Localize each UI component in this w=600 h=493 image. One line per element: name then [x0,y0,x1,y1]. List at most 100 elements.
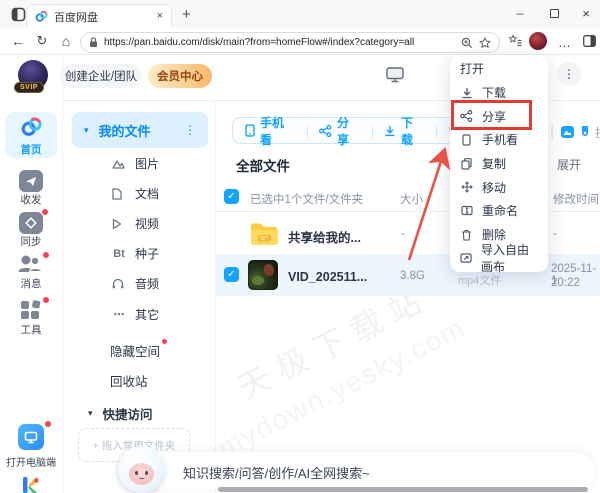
sidebar-item-hidden-space[interactable]: 隐藏空间 [110,341,160,360]
copy-icon [460,158,473,170]
image-tool-icon[interactable] [560,125,575,139]
rail-item-messages[interactable] [17,254,43,273]
select-all-checkbox[interactable]: ✓ [224,189,239,204]
toolbar-phone-view-button[interactable]: 手机看 [245,114,296,148]
hidden-space-badge-dot [162,339,167,344]
zoom-page-icon[interactable] [461,37,473,49]
create-team-button[interactable]: 创建企业/团队 [60,64,142,88]
folder-size: - [401,228,405,240]
documents-label: 文档 [135,185,159,202]
sidebar-item-pictures[interactable]: 图片 [112,155,159,172]
assistant-mascot [118,446,165,493]
open-desktop-label[interactable]: 打开电脑端 [0,454,62,469]
phone-view-label: 手机看 [260,114,296,148]
window-minimize-button[interactable]: – [504,0,536,26]
menu-item-open[interactable]: 打开 [450,57,548,81]
sidebar-item-other[interactable]: ⋯ 其它 [112,306,159,323]
menu-item-import-canvas[interactable]: 导入自由画布 [450,247,548,271]
copy-label: 复制 [482,155,506,172]
rail-label-tools[interactable]: 工具 [0,322,62,337]
assistant-prompt-text[interactable]: 知识搜索/问答/创作/AI全网搜索~ [183,463,370,482]
rail-label-transfer[interactable]: 收发 [0,192,62,207]
rail-label-home[interactable]: 首页 [0,142,62,157]
search-tools: | 搜 [550,123,600,141]
move-label: 移动 [482,179,506,196]
videos-label: 视频 [135,215,159,232]
play-icon [112,218,126,230]
video-name[interactable]: VID_202511... [288,270,367,284]
horizontal-scrollbar[interactable] [218,487,588,492]
address-bar[interactable]: https://pan.baidu.com/disk/main?from=hom… [80,32,500,53]
row-checkbox[interactable]: ✓ [224,267,239,282]
ai-assistant-bar[interactable]: 知识搜索/问答/创作/AI全网搜索~ [118,452,594,489]
baidu-netdisk-favicon [35,10,48,23]
my-files-more-icon[interactable]: ⋮ [184,123,196,137]
window-maximize-button[interactable] [538,0,570,26]
magnet-tool-icon[interactable] [581,125,589,139]
column-header-modified[interactable]: 修改时间 [553,191,599,207]
tab-close-icon[interactable]: × [157,11,163,22]
split-screen-icon[interactable] [583,35,596,47]
sidebar-item-recycle-bin[interactable]: 回收站 [110,371,148,390]
share-label: 分享 [337,114,361,148]
sidebar-item-torrents[interactable]: Bt 种子 [112,245,159,262]
phone-icon [460,134,473,146]
video-size: 3.8G [400,270,425,282]
other-label: 其它 [135,306,159,323]
device-monitor-icon[interactable] [386,67,404,83]
menu-item-phone-view[interactable]: 手机看 [450,128,548,152]
caret-down-icon[interactable]: ▾ [84,125,89,136]
partner-logo-icon [21,477,41,493]
image-icon [112,158,126,169]
url-text[interactable]: https://pan.baidu.com/disk/main?from=hom… [104,37,455,48]
open-desktop-icon[interactable] [18,424,44,450]
browser-tab[interactable]: 百度网盘 × [26,4,172,28]
sidebar-item-videos[interactable]: 视频 [112,215,159,232]
back-icon[interactable]: ← [6,33,30,49]
column-header-size[interactable]: 大小 [400,191,423,207]
download-label: 下载 [482,84,506,101]
rail-item-sync[interactable] [19,212,43,234]
window-close-button[interactable]: × [570,0,600,26]
member-center-button[interactable]: 会员中心 [148,64,212,88]
rail-label-messages[interactable]: 消息 [0,276,62,291]
toolbar-separator: | [306,124,309,138]
menu-item-move[interactable]: 移动 [450,175,548,199]
rename-icon [460,205,473,216]
import-canvas-label: 导入自由画布 [481,241,538,275]
header-more-button[interactable]: ⋮ [557,62,581,86]
sidebar-item-audio[interactable]: 音频 [112,275,159,292]
caret-down-icon[interactable]: ▾ [88,408,93,419]
favorite-star-icon[interactable] [479,37,491,49]
rename-label: 重命名 [482,202,518,219]
netdisk-logo-icon [20,116,43,138]
folder-name[interactable]: 共享给我的... [288,227,361,246]
browser-avatar[interactable] [529,32,547,50]
sidebar-item-quick-access[interactable]: ▾ 快捷访问 [88,404,153,423]
toolbar-download-button[interactable]: 下载 [384,114,425,148]
new-tab-button[interactable]: + [182,7,191,22]
rail-item-transfer[interactable] [19,170,43,192]
rail-label-sync[interactable]: 同步 [0,234,62,249]
menu-item-rename[interactable]: 重命名 [450,199,548,223]
ellipsis-icon: ⋯ [112,308,126,321]
rail-item-tools[interactable] [20,300,42,320]
sidebar-item-my-files[interactable]: ▾ 我的文件 ⋮ [72,112,208,148]
document-icon [112,188,126,200]
browser-menu-dots-icon[interactable]: … [558,36,572,49]
folder-modified: - [553,228,557,240]
expand-link[interactable]: 展开 [557,156,581,173]
collections-icon[interactable] [508,34,522,48]
search-hint-partial[interactable]: 搜 [595,124,600,141]
menu-item-copy[interactable]: 复制 [450,152,548,176]
toolbar-share-button[interactable]: 分享 [319,114,361,148]
my-files-label: 我的文件 [99,121,184,140]
home-icon[interactable]: ⌂ [54,33,78,49]
sidebar-item-documents[interactable]: 文档 [112,185,159,202]
refresh-icon[interactable]: ↻ [30,33,54,49]
tab-actions-icon[interactable] [11,7,26,22]
download-label: 下载 [401,114,425,148]
canvas-icon [460,252,472,264]
messages-badge-dot [43,252,49,258]
desktop-badge-dot [45,421,51,427]
